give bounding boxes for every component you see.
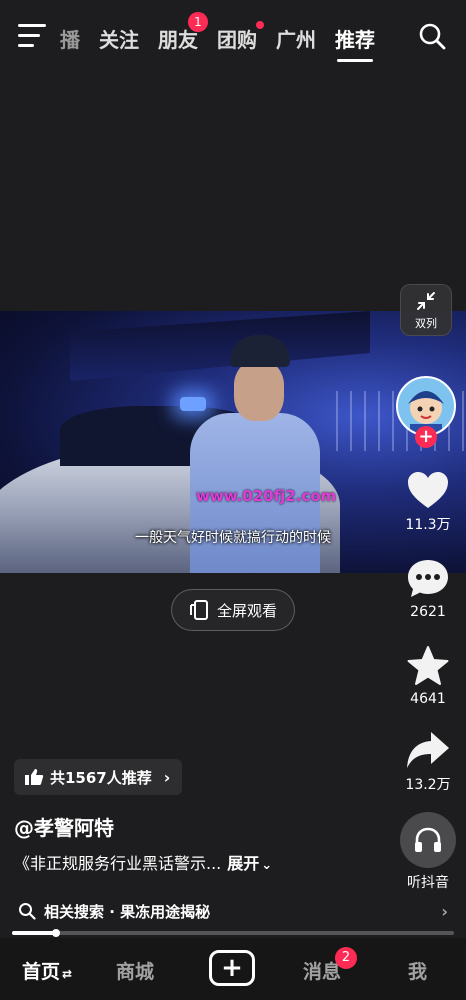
tab-0[interactable]: 播: [60, 24, 80, 53]
listen-circle: [400, 812, 456, 868]
heart-icon: [408, 472, 448, 508]
share-button[interactable]: 13.2万: [398, 730, 458, 794]
author-name[interactable]: @孝警阿特: [14, 812, 114, 841]
chevron-down-icon: ⌄: [261, 858, 273, 873]
like-button[interactable]: 11.3万: [400, 470, 456, 534]
comment-icon: [408, 560, 448, 597]
messages-badge: 2: [335, 947, 358, 969]
thumbs-up-icon: [25, 769, 44, 785]
tab-label: 广州: [276, 27, 316, 52]
search-icon-small: [19, 903, 36, 920]
nav-mall[interactable]: 商城: [116, 957, 154, 984]
tab-5[interactable]: 推荐: [335, 24, 375, 62]
chevron-right-icon: ›: [441, 902, 448, 921]
plus-icon: +: [221, 953, 243, 983]
favorite-button[interactable]: 4641: [400, 645, 456, 707]
fullscreen-icon: [189, 600, 208, 620]
comment-button[interactable]: 2621: [400, 558, 456, 620]
tab-4[interactable]: 广州: [276, 24, 316, 53]
progress-handle[interactable]: [52, 929, 61, 937]
tab-3[interactable]: 团购: [217, 20, 264, 53]
author-avatar-group[interactable]: +: [395, 376, 457, 448]
expand-button[interactable]: 展开: [227, 854, 259, 873]
search-icon[interactable]: [418, 22, 446, 50]
headphones-icon: [415, 827, 441, 852]
dual-column-label: 双列: [415, 317, 437, 330]
top-nav: 播关注 朋友 1 团购 广州 推荐: [0, 0, 466, 72]
video-description[interactable]: 《非正规服务行业黑话警示... 展开 ⌄: [14, 850, 272, 874]
share-icon: [407, 732, 449, 768]
tab-1[interactable]: 关注: [99, 24, 139, 53]
progress-fill: [12, 931, 57, 935]
notification-badge: 1: [188, 11, 208, 32]
tab-label: 朋友: [158, 27, 198, 52]
tab-label: 团购: [217, 27, 257, 52]
video-progress-bar[interactable]: [12, 929, 454, 937]
tab-label: 推荐: [335, 27, 375, 52]
nav-home-label: 首页: [22, 961, 61, 983]
fullscreen-button[interactable]: 全屏观看: [171, 589, 295, 631]
chevron-right-icon: ›: [163, 767, 171, 787]
star-icon: [407, 646, 449, 685]
related-search-text: 相关搜索 · 果冻用途揭秘: [44, 902, 211, 921]
nav-me[interactable]: 我: [408, 957, 427, 984]
notification-dot: [256, 20, 264, 29]
listen-label: 听抖音: [407, 875, 449, 891]
video-subtitle: 一般天气好时候就搞行动的时候: [135, 530, 331, 546]
favorite-count: 4641: [410, 691, 446, 707]
bottom-nav: 首页 ⇄ 商城 + 消息 2 我: [0, 938, 466, 1000]
like-count: 11.3万: [405, 517, 451, 533]
refresh-icon: ⇄: [62, 967, 73, 981]
fullscreen-label: 全屏观看: [216, 601, 277, 620]
share-count: 13.2万: [405, 777, 451, 793]
tab-2[interactable]: 朋友 1: [158, 11, 208, 53]
person-face: [234, 361, 284, 421]
video-watermark: www.020fj2.com: [196, 487, 337, 505]
related-search[interactable]: 相关搜索 · 果冻用途揭秘 ›: [0, 892, 466, 930]
follow-button[interactable]: +: [415, 426, 437, 448]
comment-count: 2621: [410, 604, 446, 620]
nav-home[interactable]: 首页 ⇄: [22, 957, 72, 984]
tab-label: 关注: [99, 27, 139, 52]
nav-messages[interactable]: 消息 2: [303, 947, 358, 984]
tab-label: 播: [60, 27, 80, 52]
feed-tabs: 播关注 朋友 1 团购 广州 推荐: [60, 11, 394, 62]
menu-icon[interactable]: [18, 24, 48, 48]
recommend-count: 共1567人推荐: [50, 768, 152, 787]
listen-button[interactable]: 听抖音: [396, 812, 460, 892]
description-text: 《非正规服务行业黑话警示...: [14, 854, 222, 873]
dual-column-button[interactable]: 双列: [400, 284, 452, 336]
create-post-button[interactable]: +: [209, 950, 255, 986]
person-cap: [230, 335, 290, 367]
recommend-pill[interactable]: 共1567人推荐 ›: [14, 759, 183, 795]
nav-messages-label: 消息: [303, 961, 342, 983]
collapse-icon: [417, 292, 435, 310]
app-screen: 播关注 朋友 1 团购 广州 推荐 www.020fj2.com 一般天气好时候就搞行动的…: [0, 0, 466, 1000]
